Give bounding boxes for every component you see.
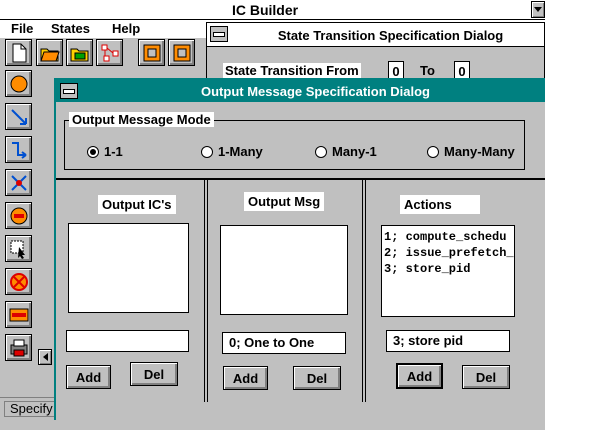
output-dialog-system-menu[interactable]	[60, 83, 78, 99]
mode-option-label: 1-Many	[218, 144, 263, 159]
transition-tool[interactable]	[5, 103, 32, 130]
mode-group-label: Output Message Mode	[69, 112, 214, 127]
column-divider	[204, 180, 208, 402]
cancel-circle-icon	[9, 272, 28, 291]
label-icon	[9, 308, 28, 321]
ics-input[interactable]	[66, 330, 189, 352]
new-file-tool[interactable]	[5, 39, 32, 66]
msg-del-button[interactable]: Del	[293, 366, 341, 390]
frame-tool-2[interactable]	[168, 39, 195, 66]
printer-icon	[10, 339, 27, 356]
network-icon	[101, 44, 118, 61]
list-item[interactable]: 3; store_pid	[382, 261, 514, 277]
state-dialog-system-menu[interactable]	[210, 26, 228, 42]
mode-option-label: 1-1	[104, 144, 123, 159]
mode-option-label: Many-1	[332, 144, 377, 159]
menu-file[interactable]: File	[11, 21, 33, 36]
open-folder-icon	[39, 48, 60, 61]
chevron-down-icon	[534, 7, 542, 12]
app-titlebar[interactable]: IC Builder	[0, 0, 545, 20]
output-dialog-titlebar[interactable]: Output Message Specification Dialog	[56, 80, 545, 102]
system-menu-icon	[63, 88, 75, 94]
cross-arrows-icon	[10, 174, 27, 191]
label-tool[interactable]	[5, 301, 32, 328]
frame-icon	[143, 44, 160, 61]
output-dialog-title: Output Message Specification Dialog	[201, 84, 430, 99]
cross-tool[interactable]	[5, 169, 32, 196]
frame-icon	[173, 44, 190, 61]
column-divider	[56, 178, 545, 180]
left-toolbar	[0, 68, 34, 368]
actions-add-button[interactable]: Add	[396, 363, 443, 389]
mode-radio-1-1[interactable]: 1-1	[87, 144, 123, 159]
cursor-tool[interactable]	[5, 235, 32, 262]
mode-group: Output Message Mode 1-1 1-Many Many-1 Ma…	[64, 112, 525, 170]
list-item[interactable]: 2; issue_prefetch_p	[382, 245, 514, 261]
save-folder-tool[interactable]	[66, 39, 93, 66]
radio-unselected-icon	[315, 145, 327, 158]
state-dialog-title: State Transition Specification Dialog	[277, 28, 504, 43]
state-tool[interactable]	[5, 70, 32, 97]
msg-list[interactable]	[220, 225, 348, 315]
list-item[interactable]: 1; compute_schedu	[382, 229, 514, 245]
menu-help[interactable]: Help	[112, 21, 140, 36]
state-dialog-titlebar[interactable]: State Transition Specification Dialog	[207, 23, 544, 47]
column-divider	[362, 180, 366, 402]
actions-header: Actions	[400, 195, 480, 214]
new-file-icon	[12, 43, 26, 62]
output-message-dialog: Output Message Specification Dialog Outp…	[54, 78, 545, 420]
status-text: Specify	[4, 401, 60, 417]
radio-selected-icon	[87, 145, 99, 158]
menu-states[interactable]: States	[51, 21, 90, 36]
step-transition-tool[interactable]	[5, 136, 32, 163]
arrow-left-icon	[42, 353, 48, 361]
step-arrow-icon	[11, 141, 27, 159]
state-from-label: State Transition From	[223, 63, 361, 78]
ics-add-button[interactable]: Add	[66, 365, 111, 389]
diagonal-arrow-icon	[10, 108, 27, 125]
ic-tool[interactable]	[5, 202, 32, 229]
mode-radio-many-1[interactable]: Many-1	[315, 144, 377, 159]
frame-tool-1[interactable]	[138, 39, 165, 66]
minimize-button[interactable]	[531, 1, 545, 18]
circle-icon	[10, 75, 27, 92]
actions-input[interactable]: 3; store pid	[386, 330, 510, 352]
top-toolbar	[0, 38, 210, 68]
cancel-tool[interactable]	[5, 268, 32, 295]
state-to-label: To	[420, 63, 435, 78]
open-folder-tool[interactable]	[36, 39, 63, 66]
app-title: IC Builder	[231, 2, 299, 18]
msg-header: Output Msg	[244, 192, 325, 211]
msg-input[interactable]: 0; One to One	[222, 332, 346, 354]
scroll-left-button[interactable]	[38, 349, 52, 365]
ics-list[interactable]	[68, 223, 189, 313]
actions-list[interactable]: 1; compute_schedu 2; issue_prefetch_p 3;…	[381, 225, 515, 317]
folder-icon	[70, 48, 88, 61]
msg-add-button[interactable]: Add	[223, 366, 268, 390]
network-tool[interactable]	[96, 39, 123, 66]
actions-del-button[interactable]: Del	[462, 365, 510, 389]
ics-del-button[interactable]: Del	[130, 362, 178, 386]
system-menu-icon	[213, 31, 225, 37]
mode-option-label: Many-Many	[444, 144, 515, 159]
printer-tool[interactable]	[5, 334, 32, 361]
radio-unselected-icon	[427, 145, 439, 158]
mode-radio-many-many[interactable]: Many-Many	[427, 144, 515, 159]
badge-icon	[10, 207, 27, 224]
mode-radio-1-many[interactable]: 1-Many	[201, 144, 263, 159]
radio-unselected-icon	[201, 145, 213, 158]
ics-header: Output IC's	[98, 195, 176, 214]
cursor-box-icon	[10, 240, 25, 259]
